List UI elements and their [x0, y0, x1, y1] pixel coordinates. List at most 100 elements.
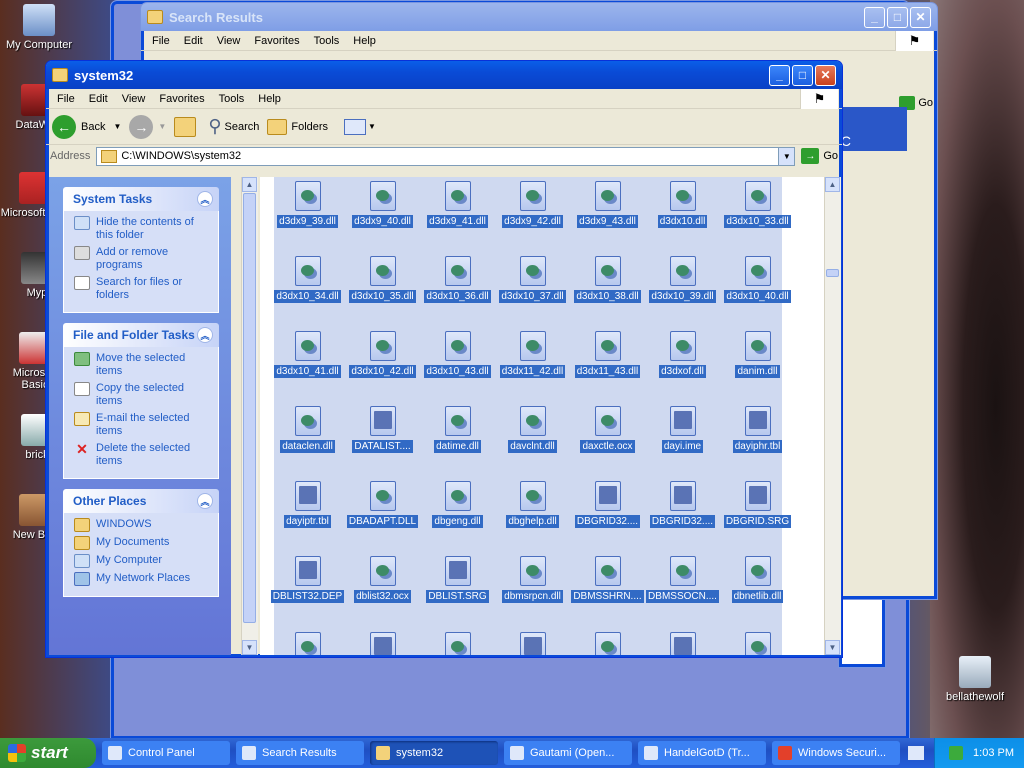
chevron-down-icon[interactable]: ▼ [778, 147, 795, 165]
file-tasks-header[interactable]: File and Folder Tasks ︽ [63, 323, 219, 347]
file-item[interactable]: DBGRID32.... [645, 481, 720, 531]
chevron-up-icon[interactable]: ︽ [197, 191, 213, 207]
file-item-partial[interactable] [495, 632, 570, 655]
file-item[interactable]: d3dx10_40.dll [720, 256, 795, 306]
close-button[interactable]: ✕ [815, 64, 836, 86]
file-item-partial[interactable] [270, 632, 345, 655]
file-item[interactable]: dayi.ime [645, 406, 720, 456]
file-list-view[interactable]: d3dx9_39.dll d3dx9_40.dll d3dx9_41.dll d3dx… [260, 177, 824, 655]
scroll-thumb[interactable] [826, 269, 839, 277]
file-item[interactable]: d3dx10_39.dll [645, 256, 720, 306]
file-item[interactable]: d3dx10_36.dll [420, 256, 495, 306]
task-add-remove[interactable]: Add or remove programs [74, 246, 212, 272]
menu-file[interactable]: File [50, 93, 82, 105]
file-item[interactable]: d3dx10_35.dll [345, 256, 420, 306]
menu-favorites[interactable]: Favorites [152, 93, 211, 105]
file-item[interactable]: d3dx10.dll [645, 181, 720, 231]
task-copy[interactable]: Copy the selected items [74, 382, 212, 408]
file-item[interactable]: dbnetlib.dll [720, 556, 795, 606]
file-item[interactable]: DBMSSOCN.... [645, 556, 720, 606]
menu-view[interactable]: View [115, 93, 153, 105]
file-item[interactable]: d3dx10_34.dll [270, 256, 345, 306]
file-item[interactable]: DBGRID32.... [570, 481, 645, 531]
file-item[interactable]: dayiptr.tbl [270, 481, 345, 531]
file-item[interactable]: d3dx9_41.dll [420, 181, 495, 231]
file-item[interactable]: d3dx10_43.dll [420, 331, 495, 381]
file-item[interactable]: d3dx9_42.dll [495, 181, 570, 231]
chevron-down-icon[interactable]: ▼ [113, 122, 121, 131]
views-button[interactable]: ▼ [344, 118, 376, 135]
system-tasks-header[interactable]: System Tasks ︽ [63, 187, 219, 211]
task-search-results[interactable]: Search Results [236, 741, 364, 765]
task-system32[interactable]: system32 [370, 741, 498, 765]
file-item[interactable]: daxctle.ocx [570, 406, 645, 456]
task-handelgotd[interactable]: HandelGotD (Tr... [638, 741, 766, 765]
scroll-up-arrow-icon[interactable]: ▲ [242, 177, 257, 192]
forward-button[interactable]: → ▼ [129, 114, 166, 139]
minimize-button[interactable]: _ [864, 6, 885, 28]
minimize-button[interactable]: _ [769, 64, 790, 86]
menu-tools[interactable]: Tools [307, 35, 347, 47]
file-item[interactable]: dataclen.dll [270, 406, 345, 456]
chevron-up-icon[interactable]: ︽ [197, 327, 213, 343]
file-item[interactable]: DBMSSHRN.... [570, 556, 645, 606]
task-hide-contents[interactable]: Hide the contents of this folder [74, 216, 212, 242]
scroll-down-arrow-icon[interactable]: ▼ [242, 640, 257, 655]
task-email[interactable]: E-mail the selected items [74, 412, 212, 438]
place-network[interactable]: My Network Places [74, 572, 212, 586]
file-item[interactable]: dblist32.ocx [345, 556, 420, 606]
start-button[interactable]: start [0, 738, 96, 768]
file-item[interactable]: dbgeng.dll [420, 481, 495, 531]
file-item[interactable]: DBADAPT.DLL [345, 481, 420, 531]
file-item-partial[interactable] [570, 632, 645, 655]
file-item[interactable]: d3dx9_40.dll [345, 181, 420, 231]
scroll-up-arrow-icon[interactable]: ▲ [825, 177, 840, 192]
menu-file[interactable]: File [145, 35, 177, 47]
menu-tools[interactable]: Tools [212, 93, 252, 105]
file-item[interactable]: d3dxof.dll [645, 331, 720, 381]
folders-button[interactable]: Folders [267, 118, 328, 135]
place-windows[interactable]: WINDOWS [74, 518, 212, 532]
search-results-titlebar[interactable]: Search Results _ □ ✕ [141, 3, 937, 31]
file-item[interactable]: d3dx10_41.dll [270, 331, 345, 381]
task-windows-security[interactable]: Windows Securi... [772, 741, 900, 765]
task-pane-scrollbar[interactable]: ▲ ▼ [241, 177, 258, 655]
file-item[interactable]: datime.dll [420, 406, 495, 456]
file-item-partial[interactable] [720, 632, 795, 655]
menu-edit[interactable]: Edit [177, 35, 210, 47]
menu-help[interactable]: Help [346, 35, 383, 47]
menu-view[interactable]: View [210, 35, 248, 47]
file-item-partial[interactable] [645, 632, 720, 655]
file-item[interactable]: d3dx10_38.dll [570, 256, 645, 306]
up-folder-button[interactable] [174, 116, 200, 137]
go-button[interactable]: → Go [801, 148, 838, 164]
file-item[interactable]: DATALIST.... [345, 406, 420, 456]
scroll-thumb[interactable] [243, 193, 256, 623]
chevron-up-icon[interactable]: ︽ [197, 493, 213, 509]
search-button[interactable]: ⚲ Search [208, 116, 259, 137]
file-item[interactable]: d3dx10_33.dll [720, 181, 795, 231]
task-control-panel[interactable]: Control Panel [102, 741, 230, 765]
file-item[interactable]: DBLIST.SRG [420, 556, 495, 606]
clock[interactable]: 1:03 PM [973, 747, 1014, 759]
task-delete[interactable]: ✕ Delete the selected items [74, 442, 212, 468]
menu-favorites[interactable]: Favorites [247, 35, 306, 47]
file-item[interactable]: danim.dll [720, 331, 795, 381]
file-item[interactable]: d3dx11_42.dll [495, 331, 570, 381]
file-item[interactable]: d3dx10_37.dll [495, 256, 570, 306]
task-search[interactable]: Search for files or folders [74, 276, 212, 302]
menu-edit[interactable]: Edit [82, 93, 115, 105]
task-move[interactable]: Move the selected items [74, 352, 212, 378]
maximize-button[interactable]: □ [887, 6, 908, 28]
address-input[interactable]: C:\WINDOWS\system32 ▼ [96, 146, 796, 166]
other-places-header[interactable]: Other Places ︽ [63, 489, 219, 513]
file-item[interactable]: DBLIST32.DEP [270, 556, 345, 606]
tray-app-icon[interactable] [949, 746, 964, 760]
task-gautami[interactable]: Gautami (Open... [504, 741, 632, 765]
file-item[interactable]: d3dx11_43.dll [570, 331, 645, 381]
place-my-documents[interactable]: My Documents [74, 536, 212, 550]
keyboard-icon[interactable] [908, 746, 924, 760]
place-my-computer[interactable]: My Computer [74, 554, 212, 568]
file-item[interactable]: dbmsrpcn.dll [495, 556, 570, 606]
desktop-icon-my-computer[interactable]: My Computer [2, 4, 76, 51]
